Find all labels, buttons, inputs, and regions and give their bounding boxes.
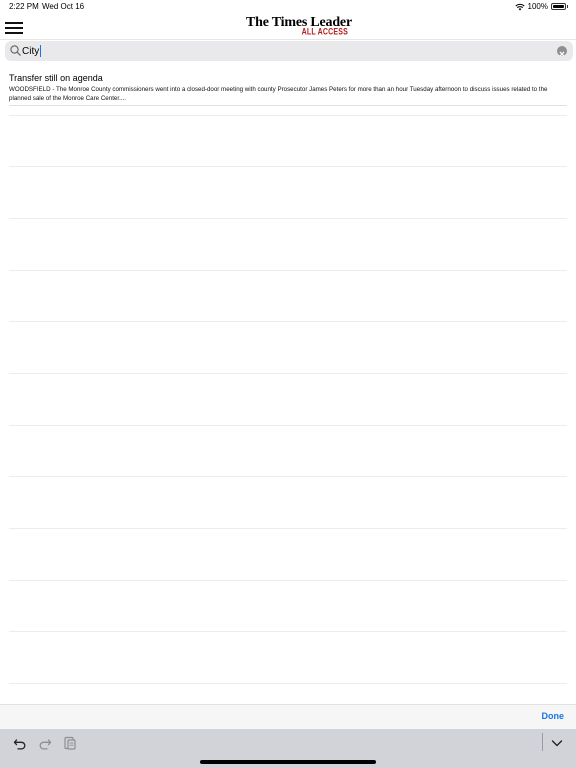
app-logo: The Times Leader ALL ACCESS — [240, 15, 358, 39]
chevron-down-icon[interactable] — [549, 735, 565, 751]
battery-percent: 100% — [527, 2, 548, 11]
list-divider — [9, 476, 567, 477]
list-divider — [9, 425, 567, 426]
battery-level — [553, 5, 564, 8]
wifi-icon — [514, 3, 525, 10]
keyboard-shortcut-bar — [0, 729, 576, 768]
status-date: Wed Oct 16 — [42, 2, 85, 11]
list-divider — [9, 115, 567, 116]
list-divider — [9, 218, 567, 219]
nav-bar: The Times Leader ALL ACCESS — [0, 14, 576, 40]
hamburger-menu-icon[interactable] — [5, 19, 25, 36]
paste-icon[interactable] — [62, 735, 78, 751]
list-divider — [9, 321, 567, 322]
list-divider — [9, 580, 567, 581]
clear-icon[interactable] — [557, 46, 567, 57]
list-divider — [9, 166, 567, 167]
status-time: 2:22 PM — [9, 2, 39, 11]
done-button[interactable]: Done — [542, 711, 565, 721]
undo-icon[interactable] — [12, 735, 28, 751]
list-divider — [9, 105, 567, 106]
search-results-list: Transfer still on agenda WOODSFIELD - Th… — [0, 64, 576, 704]
keyboard-accessory-bar: Done — [0, 704, 576, 729]
battery-icon — [551, 3, 568, 10]
list-item[interactable]: Transfer still on agenda WOODSFIELD - Th… — [9, 72, 567, 103]
toolbar-divider — [542, 733, 543, 751]
search-bar[interactable] — [5, 41, 573, 61]
article-title: Transfer still on agenda — [9, 73, 103, 83]
redo-icon[interactable] — [37, 735, 53, 751]
home-indicator[interactable] — [200, 760, 376, 764]
search-icon — [10, 45, 21, 56]
list-divider — [9, 631, 567, 632]
list-divider — [9, 528, 567, 529]
status-indicators: 100% — [514, 2, 568, 11]
text-caret — [40, 45, 42, 57]
list-divider — [9, 683, 567, 684]
status-bar: 2:22 PM Wed Oct 16 100% — [0, 0, 576, 14]
list-divider — [9, 270, 567, 271]
logo-sub-text: ALL ACCESS — [301, 28, 348, 37]
list-divider — [9, 373, 567, 374]
search-input[interactable] — [22, 42, 552, 60]
article-summary: WOODSFIELD - The Monroe County commissio… — [9, 86, 548, 102]
